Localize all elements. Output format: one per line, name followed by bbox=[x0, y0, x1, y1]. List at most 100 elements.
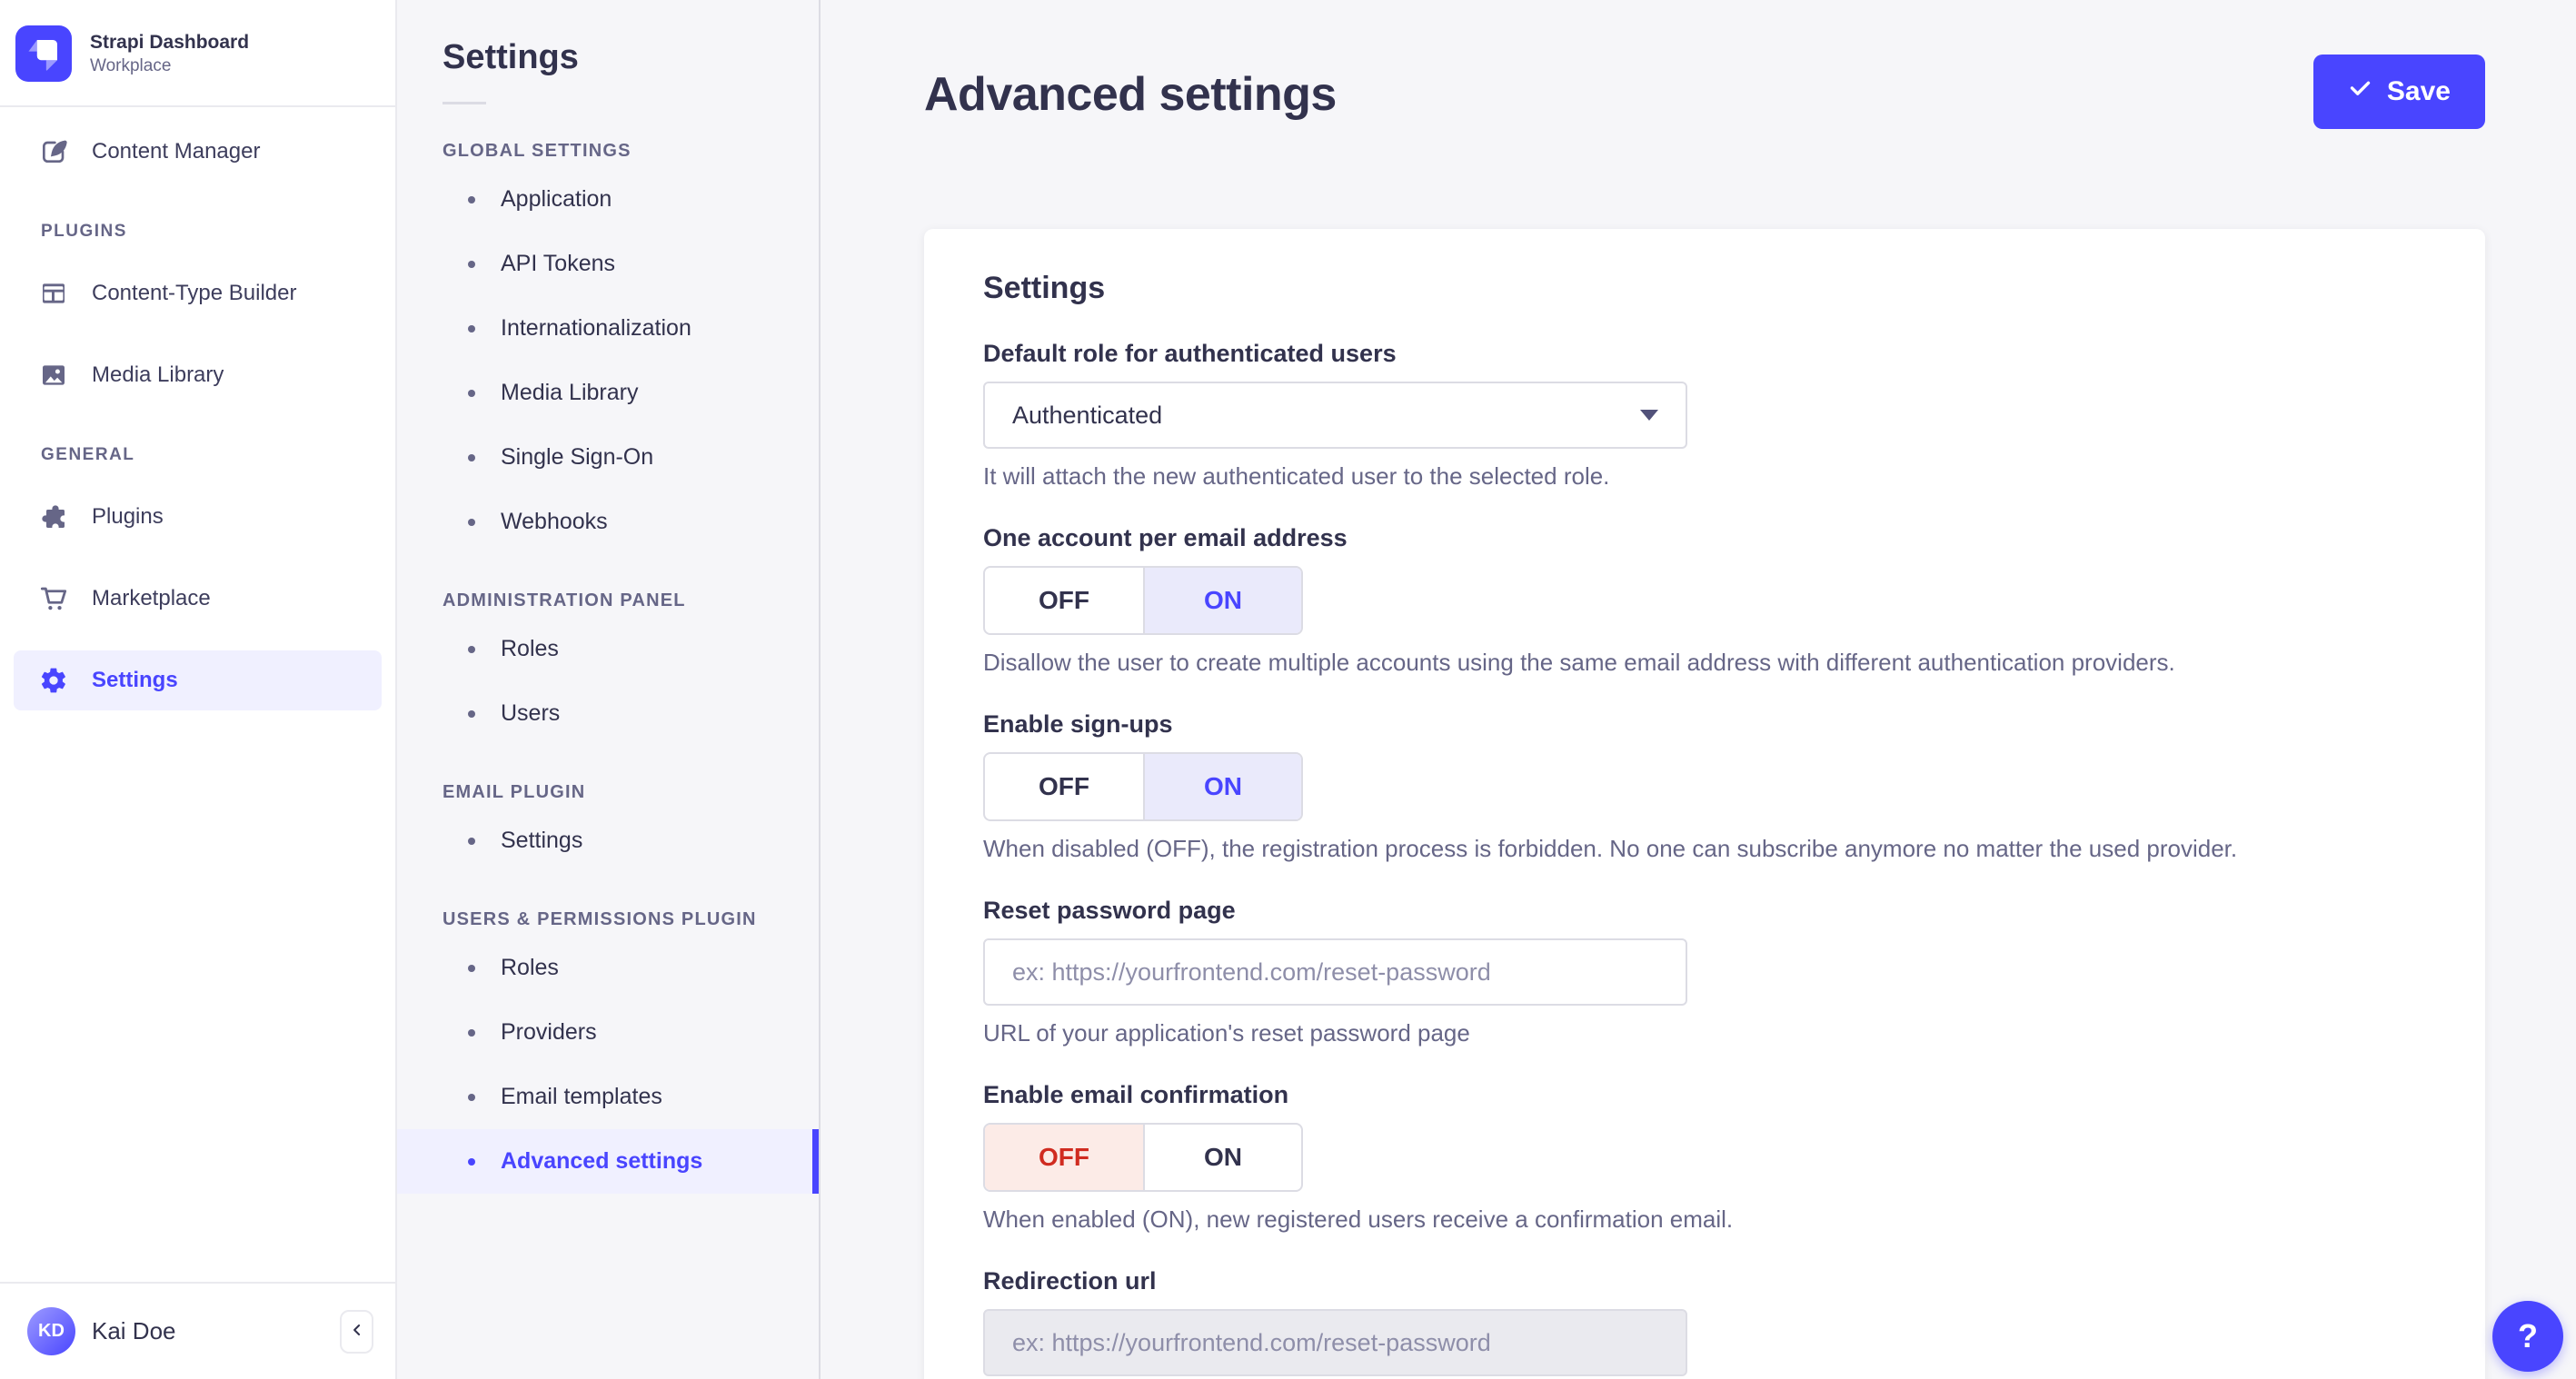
sidebar-item-settings[interactable]: Settings bbox=[14, 650, 382, 710]
subnav-item-webhooks[interactable]: Webhooks bbox=[397, 490, 819, 554]
select-value: Authenticated bbox=[1012, 401, 1163, 429]
workspace-brand[interactable]: Strapi Dashboard Workplace bbox=[0, 0, 395, 105]
bullet-icon bbox=[468, 837, 475, 845]
subnav-item-up-roles[interactable]: Roles bbox=[397, 936, 819, 1000]
toggle-on-option[interactable]: ON bbox=[1143, 754, 1301, 819]
subnav-section-global-settings: GLOBAL SETTINGS bbox=[443, 141, 632, 161]
field-redirection-url: Redirection url bbox=[983, 1266, 2426, 1376]
field-hint: Disallow the user to create multiple acc… bbox=[983, 649, 2175, 676]
main-content: Advanced settings Save Settings Default … bbox=[821, 0, 2576, 1379]
toggle-on-option[interactable]: ON bbox=[1143, 1125, 1301, 1190]
subnav-item-admin-users[interactable]: Users bbox=[397, 681, 819, 746]
settings-subnav: Settings GLOBAL SETTINGS Application API… bbox=[397, 0, 821, 1379]
subnav-item-label: Providers bbox=[501, 1019, 597, 1045]
sidebar-footer: KD Kai Doe bbox=[0, 1282, 395, 1379]
subnav-item-label: Advanced settings bbox=[501, 1148, 703, 1174]
subnav-item-label: Media Library bbox=[501, 380, 639, 405]
toggle-off-option[interactable]: OFF bbox=[985, 568, 1143, 633]
app-root: Strapi Dashboard Workplace Content Manag… bbox=[0, 0, 2576, 1379]
sidebar-item-label: Plugins bbox=[92, 504, 164, 529]
default-role-select[interactable]: Authenticated bbox=[983, 382, 1687, 449]
sign-ups-toggle: OFF ON bbox=[983, 752, 1303, 821]
subnav-item-label: Roles bbox=[501, 636, 559, 661]
collapse-sidebar-button[interactable] bbox=[340, 1309, 373, 1354]
email-confirmation-toggle: OFF ON bbox=[983, 1123, 1303, 1192]
bullet-icon bbox=[468, 645, 475, 653]
subnav-item-media-library[interactable]: Media Library bbox=[397, 361, 819, 425]
save-button[interactable]: Save bbox=[2312, 55, 2485, 129]
field-hint: When enabled (ON), new registered users … bbox=[983, 1205, 1734, 1233]
field-label: One account per email address bbox=[983, 524, 1348, 551]
field-label: Default role for authenticated users bbox=[983, 340, 1397, 367]
sidebar-item-label: Content Manager bbox=[92, 139, 261, 164]
field-hint: It will attach the new authenticated use… bbox=[983, 462, 1610, 490]
toggle-off-option[interactable]: OFF bbox=[985, 754, 1143, 819]
sidebar-section-general: GENERAL bbox=[41, 445, 135, 464]
check-icon bbox=[2348, 76, 2372, 108]
sidebar-nav: Content Manager PLUGINS Content-Type Bui… bbox=[0, 107, 395, 732]
sidebar-item-marketplace[interactable]: Marketplace bbox=[14, 569, 382, 629]
subnav-item-email-settings[interactable]: Settings bbox=[397, 809, 819, 873]
subnav-item-admin-roles[interactable]: Roles bbox=[397, 617, 819, 681]
subnav-item-email-templates[interactable]: Email templates bbox=[397, 1065, 819, 1129]
bullet-icon bbox=[468, 195, 475, 203]
subnav-title-divider bbox=[443, 102, 486, 104]
field-hint: URL of your application's reset password… bbox=[983, 1019, 1470, 1047]
brand-text: Strapi Dashboard Workplace bbox=[90, 30, 249, 77]
main-sidebar: Strapi Dashboard Workplace Content Manag… bbox=[0, 0, 397, 1379]
subnav-item-application[interactable]: Application bbox=[397, 167, 819, 232]
bullet-icon bbox=[468, 964, 475, 972]
sidebar-item-label: Marketplace bbox=[92, 586, 211, 610]
subnav-item-label: Webhooks bbox=[501, 509, 608, 534]
brand-title: Strapi Dashboard bbox=[90, 32, 250, 53]
subnav-item-internationalization[interactable]: Internationalization bbox=[397, 296, 819, 361]
gear-icon bbox=[39, 666, 68, 695]
field-label: Enable email confirmation bbox=[983, 1081, 1289, 1108]
reset-password-input[interactable] bbox=[983, 938, 1687, 1006]
field-hint: When disabled (OFF), the registration pr… bbox=[983, 835, 2238, 862]
subnav-item-label: Email templates bbox=[501, 1084, 662, 1109]
subnav-item-label: Single Sign-On bbox=[501, 444, 654, 470]
sidebar-item-label: Media Library bbox=[92, 362, 224, 387]
field-enable-email-confirmation: Enable email confirmation OFF ON When en… bbox=[983, 1080, 2426, 1234]
subnav-item-label: Application bbox=[501, 186, 612, 212]
user-avatar[interactable]: KD bbox=[27, 1307, 75, 1355]
sidebar-section-plugins: PLUGINS bbox=[41, 222, 127, 241]
subnav-section-users-permissions-plugin: USERS & PERMISSIONS PLUGIN bbox=[443, 909, 757, 929]
puzzle-icon bbox=[39, 502, 68, 531]
bullet-icon bbox=[468, 1157, 475, 1166]
sidebar-item-label: Settings bbox=[92, 668, 178, 692]
subnav-item-advanced-settings[interactable]: Advanced settings bbox=[397, 1129, 819, 1194]
sidebar-item-media-library[interactable]: Media Library bbox=[14, 345, 382, 405]
subnav-section-email-plugin: EMAIL PLUGIN bbox=[443, 782, 586, 802]
toggle-on-option[interactable]: ON bbox=[1143, 568, 1301, 633]
subnav-item-single-sign-on[interactable]: Single Sign-On bbox=[397, 425, 819, 490]
sidebar-item-content-manager[interactable]: Content Manager bbox=[14, 122, 382, 182]
shopping-cart-icon bbox=[39, 584, 68, 613]
bullet-icon bbox=[468, 389, 475, 397]
subnav-item-label: Settings bbox=[501, 828, 583, 853]
sidebar-item-plugins[interactable]: Plugins bbox=[14, 487, 382, 547]
bullet-icon bbox=[468, 260, 475, 268]
bullet-icon bbox=[468, 453, 475, 461]
field-one-account-per-email: One account per email address OFF ON Dis… bbox=[983, 523, 2426, 677]
toggle-off-option[interactable]: OFF bbox=[985, 1125, 1143, 1190]
bullet-icon bbox=[468, 518, 475, 526]
chevron-down-icon bbox=[1640, 410, 1658, 421]
subnav-item-label: Users bbox=[501, 700, 561, 726]
pen-feather-icon bbox=[39, 137, 68, 166]
subnav-item-label: Roles bbox=[501, 955, 559, 980]
strapi-logo-icon bbox=[15, 25, 72, 82]
sidebar-item-content-type-builder[interactable]: Content-Type Builder bbox=[14, 263, 382, 323]
field-enable-sign-ups: Enable sign-ups OFF ON When disabled (OF… bbox=[983, 709, 2426, 863]
subnav-item-api-tokens[interactable]: API Tokens bbox=[397, 232, 819, 296]
field-label: Reset password page bbox=[983, 897, 1236, 924]
image-icon bbox=[39, 361, 68, 390]
page-header: Advanced settings Save bbox=[924, 0, 2485, 129]
subnav-item-label: Internationalization bbox=[501, 315, 691, 341]
layout-grid-icon bbox=[39, 279, 68, 308]
help-button[interactable]: ? bbox=[2492, 1301, 2563, 1372]
bullet-icon bbox=[468, 1093, 475, 1101]
subnav-item-providers[interactable]: Providers bbox=[397, 1000, 819, 1065]
bullet-icon bbox=[468, 324, 475, 332]
